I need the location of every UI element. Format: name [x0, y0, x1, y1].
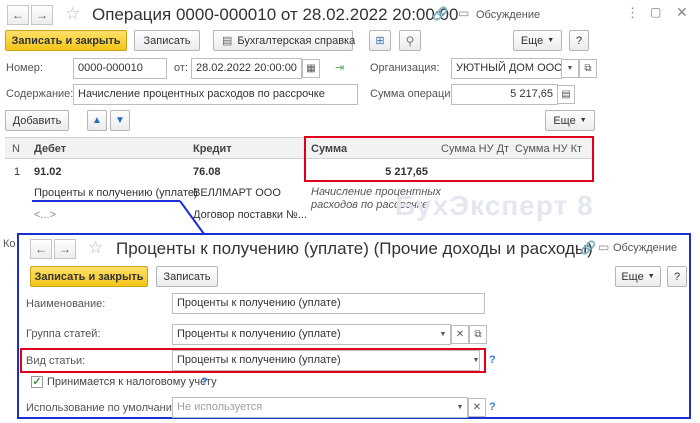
kind-help-icon[interactable]: ? [489, 354, 496, 366]
dropdown-arrow-icon: ▼ [456, 404, 464, 411]
tax-accounting-label[interactable]: Принимается к налоговому учету [47, 376, 217, 388]
group-clear-button[interactable]: ✕ [451, 325, 469, 344]
group-dropdown-button[interactable]: ▼ [434, 325, 452, 344]
popup-window: ← → ☆ Проценты к получению (уплате) (Про… [17, 233, 691, 419]
popup-forward-button[interactable]: → [54, 239, 76, 259]
group-label: Группа статей: [26, 328, 101, 340]
popup-save-and-close-button[interactable]: Записать и закрыть [30, 266, 148, 287]
open-icon: ⧉ [474, 329, 482, 340]
default-usage-help-icon[interactable]: ? [489, 401, 496, 413]
chevron-down-icon: ▼ [647, 273, 655, 280]
popup-more-menu-button[interactable]: Еще ▼ [615, 266, 661, 287]
popup-link-icon[interactable]: 🔗 [580, 240, 596, 256]
default-usage-label: Использование по умолчанию: [26, 402, 184, 414]
popup-help-button[interactable]: ? [667, 266, 687, 287]
tax-accounting-checkbox[interactable]: ✓ [31, 376, 43, 388]
name-label: Наименование: [26, 298, 106, 310]
kind-row-highlight [20, 348, 486, 373]
popup-more-menu-label: Еще [621, 270, 644, 283]
popup-save-button[interactable]: Записать [156, 266, 218, 287]
clear-icon: ✕ [472, 402, 482, 413]
default-usage-field[interactable]: Не используется [172, 397, 468, 418]
default-usage-dropdown-button[interactable]: ▼ [451, 398, 469, 417]
default-usage-clear-button[interactable]: ✕ [468, 398, 486, 417]
group-field[interactable]: Проценты к получению (уплате) [172, 324, 451, 345]
group-open-button[interactable]: ⧉ [469, 325, 487, 344]
name-field[interactable]: Проценты к получению (уплате) [172, 293, 485, 314]
clear-icon: ✕ [455, 329, 465, 340]
popup-back-button[interactable]: ← [30, 239, 52, 259]
popup-title: Проценты к получению (уплате) (Прочие до… [116, 239, 593, 258]
dropdown-arrow-icon: ▼ [439, 331, 447, 338]
popup-discussion-icon[interactable]: ▭ [598, 240, 609, 254]
tax-accounting-help-icon[interactable]: ? [201, 376, 208, 388]
checkmark-icon: ✓ [32, 376, 42, 388]
popup-favorite-star-icon[interactable]: ☆ [88, 238, 103, 258]
popup-discussion-link[interactable]: Обсуждение [613, 242, 677, 254]
